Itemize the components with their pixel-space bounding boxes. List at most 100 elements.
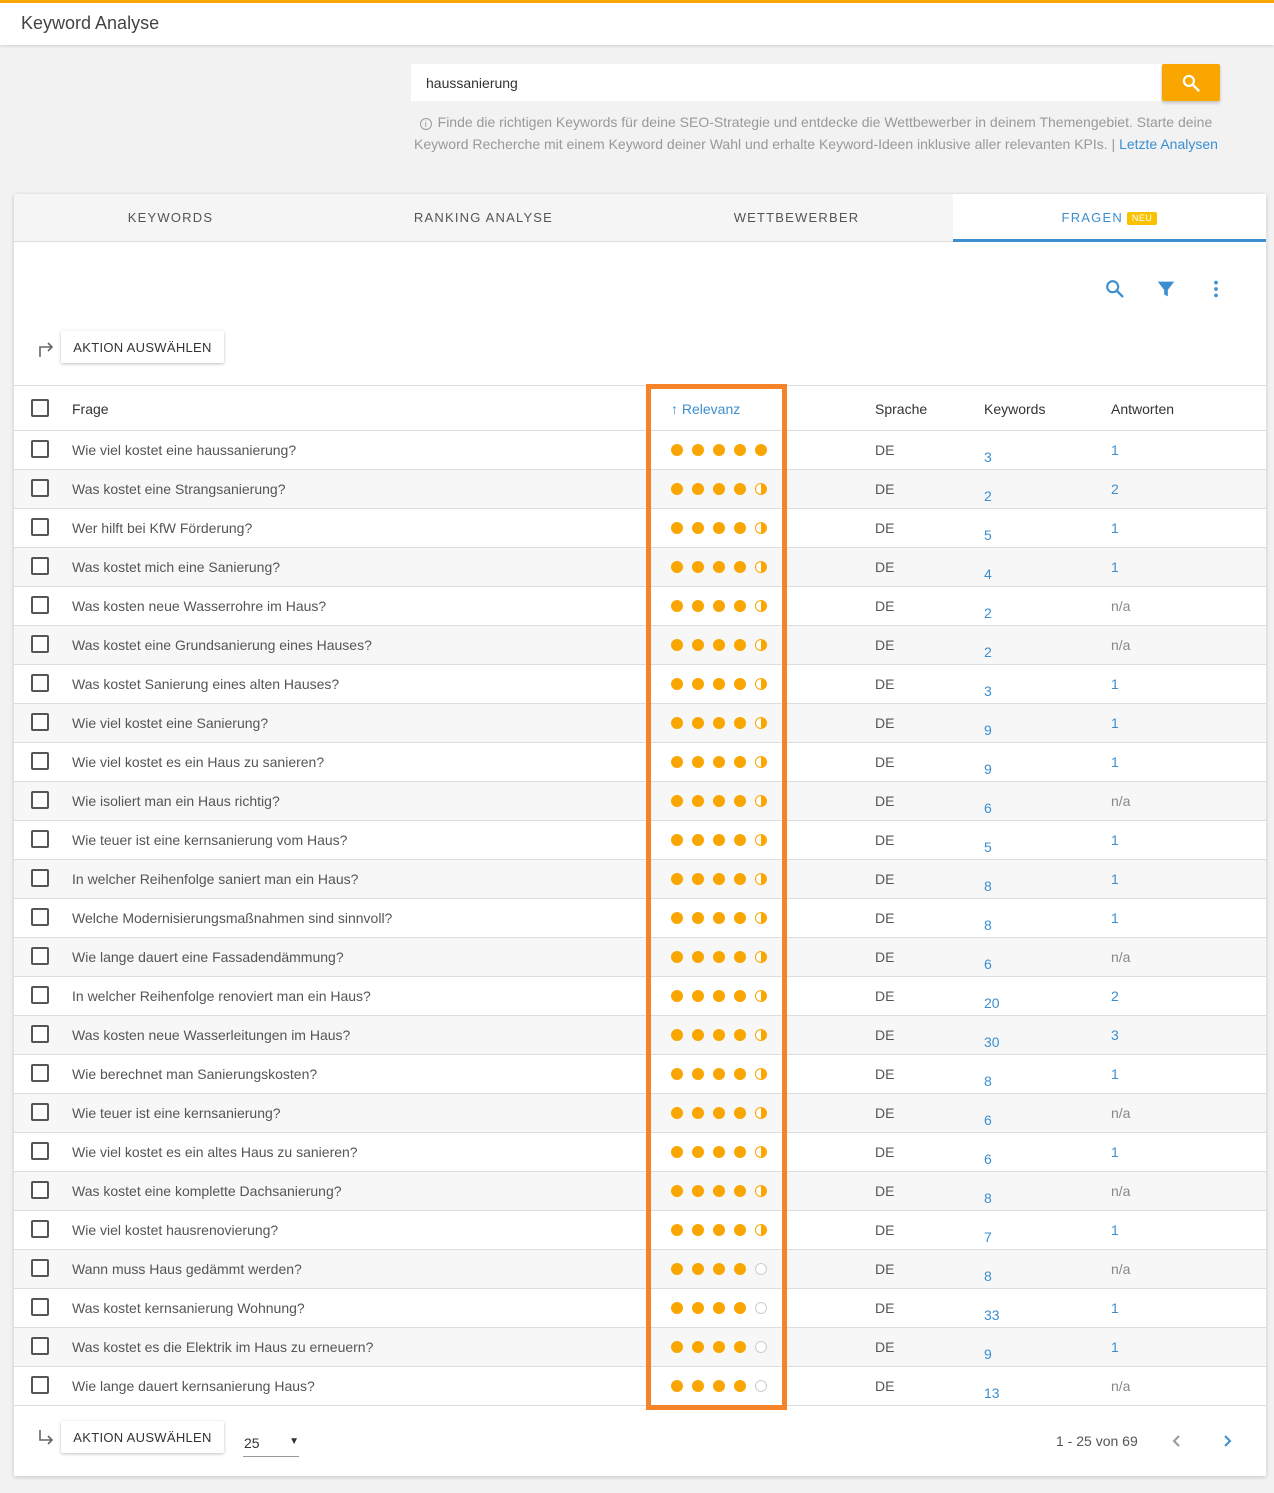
keywords-count-link[interactable]: 8 xyxy=(984,878,992,894)
keywords-count-link[interactable]: 6 xyxy=(984,1151,992,1167)
table-row[interactable]: Was kostet es die Elektrik im Haus zu er… xyxy=(14,1328,1266,1367)
answers-count-link[interactable]: 1 xyxy=(1111,1066,1119,1082)
row-checkbox[interactable] xyxy=(31,674,49,692)
row-checkbox[interactable] xyxy=(31,557,49,575)
keywords-count-link[interactable]: 6 xyxy=(984,956,992,972)
keywords-count-link[interactable]: 3 xyxy=(984,449,992,465)
keywords-count-link[interactable]: 2 xyxy=(984,488,992,504)
answers-count-link[interactable]: 1 xyxy=(1111,754,1119,770)
row-checkbox[interactable] xyxy=(31,479,49,497)
table-row[interactable]: Was kosten neue Wasserleitungen im Haus?… xyxy=(14,1016,1266,1055)
row-checkbox[interactable] xyxy=(31,1337,49,1355)
tab-keywords[interactable]: KEYWORDS xyxy=(14,194,327,242)
recent-analyses-link[interactable]: Letzte Analysen xyxy=(1119,136,1218,152)
answers-count-link[interactable]: 2 xyxy=(1111,481,1119,497)
keywords-count-link[interactable]: 8 xyxy=(984,917,992,933)
answers-count-link[interactable]: 1 xyxy=(1111,442,1119,458)
action-select-button-bottom[interactable]: AKTION AUSWÄHLEN xyxy=(61,1421,224,1453)
keywords-count-link[interactable]: 5 xyxy=(984,527,992,543)
table-row[interactable]: Wie viel kostet hausrenovierung? DE 7 1 xyxy=(14,1211,1266,1250)
answers-count-link[interactable]: 1 xyxy=(1111,910,1119,926)
keywords-count-link[interactable]: 9 xyxy=(984,722,992,738)
keywords-count-link[interactable]: 4 xyxy=(984,566,992,582)
search-button[interactable] xyxy=(1162,64,1220,101)
table-row[interactable]: Wie lange dauert eine Fassadendämmung? DE… xyxy=(14,938,1266,977)
page-size-select[interactable]: 25 ▼ xyxy=(243,1431,299,1457)
row-checkbox[interactable] xyxy=(31,1103,49,1121)
keywords-count-link[interactable]: 8 xyxy=(984,1190,992,1206)
answers-count-link[interactable]: 1 xyxy=(1111,1339,1119,1355)
keywords-count-link[interactable]: 30 xyxy=(984,1034,1000,1050)
row-checkbox[interactable] xyxy=(31,518,49,536)
table-row[interactable]: Was kostet eine Grundsanierung eines Hau… xyxy=(14,626,1266,665)
keywords-count-link[interactable]: 33 xyxy=(984,1307,1000,1323)
keywords-count-link[interactable]: 7 xyxy=(984,1229,992,1245)
prev-page-button[interactable] xyxy=(1167,1431,1187,1451)
table-row[interactable]: In welcher Reihenfolge saniert man ein H… xyxy=(14,860,1266,899)
keywords-count-link[interactable]: 6 xyxy=(984,1112,992,1128)
table-row[interactable]: Wann muss Haus gedämmt werden? DE 8 n/a xyxy=(14,1250,1266,1289)
column-header-relevanz[interactable]: ↑ Relevanz xyxy=(671,401,740,417)
keywords-count-link[interactable]: 2 xyxy=(984,605,992,621)
action-select-button-top[interactable]: AKTION AUSWÄHLEN xyxy=(61,331,224,363)
select-all-checkbox[interactable] xyxy=(31,399,49,417)
row-checkbox[interactable] xyxy=(31,908,49,926)
answers-count-link[interactable]: 1 xyxy=(1111,715,1119,731)
keywords-count-link[interactable]: 8 xyxy=(984,1073,992,1089)
answers-count-link[interactable]: 1 xyxy=(1111,520,1119,536)
table-row[interactable]: Wie lange dauert kernsanierung Haus? DE 13… xyxy=(14,1367,1266,1406)
answers-count-link[interactable]: 1 xyxy=(1111,559,1119,575)
keywords-count-link[interactable]: 20 xyxy=(984,995,1000,1011)
tab-ranking-analyse[interactable]: RANKING ANALYSE xyxy=(327,194,640,242)
tab-fragen[interactable]: FRAGEN NEU xyxy=(953,194,1266,242)
filter-icon[interactable] xyxy=(1155,278,1177,300)
more-vert-icon[interactable] xyxy=(1205,278,1227,300)
keywords-count-link[interactable]: 13 xyxy=(984,1385,1000,1401)
row-checkbox[interactable] xyxy=(31,947,49,965)
table-row[interactable]: Wie viel kostet es ein altes Haus zu san… xyxy=(14,1133,1266,1172)
row-checkbox[interactable] xyxy=(31,1181,49,1199)
table-row[interactable]: Was kostet kernsanierung Wohnung? DE 33 1 xyxy=(14,1289,1266,1328)
row-checkbox[interactable] xyxy=(31,596,49,614)
row-checkbox[interactable] xyxy=(31,791,49,809)
column-header-keywords[interactable]: Keywords xyxy=(984,401,1045,417)
table-row[interactable]: Was kostet eine komplette Dachsanierung?… xyxy=(14,1172,1266,1211)
row-checkbox[interactable] xyxy=(31,1376,49,1394)
row-checkbox[interactable] xyxy=(31,752,49,770)
search-input[interactable] xyxy=(411,64,1161,101)
next-page-button[interactable] xyxy=(1217,1431,1237,1451)
table-row[interactable]: Was kostet Sanierung eines alten Hauses?… xyxy=(14,665,1266,704)
answers-count-link[interactable]: 1 xyxy=(1111,832,1119,848)
table-row[interactable]: Welche Modernisierungsmaßnahmen sind sin… xyxy=(14,899,1266,938)
keywords-count-link[interactable]: 9 xyxy=(984,761,992,777)
table-row[interactable]: In welcher Reihenfolge renoviert man ein… xyxy=(14,977,1266,1016)
answers-count-link[interactable]: 1 xyxy=(1111,1222,1119,1238)
row-checkbox[interactable] xyxy=(31,986,49,1004)
row-checkbox[interactable] xyxy=(31,869,49,887)
table-row[interactable]: Wie berechnet man Sanierungskosten? DE 8 1 xyxy=(14,1055,1266,1094)
table-row[interactable]: Was kostet mich eine Sanierung? DE 4 1 xyxy=(14,548,1266,587)
keywords-count-link[interactable]: 9 xyxy=(984,1346,992,1362)
keywords-count-link[interactable]: 5 xyxy=(984,839,992,855)
tab-wettbewerber[interactable]: WETTBEWERBER xyxy=(640,194,953,242)
row-checkbox[interactable] xyxy=(31,440,49,458)
row-checkbox[interactable] xyxy=(31,713,49,731)
table-row[interactable]: Wie viel kostet eine haussanierung? DE 3 1 xyxy=(14,431,1266,470)
table-row[interactable]: Wer hilft bei KfW Förderung? DE 5 1 xyxy=(14,509,1266,548)
row-checkbox[interactable] xyxy=(31,1220,49,1238)
row-checkbox[interactable] xyxy=(31,1142,49,1160)
column-header-frage[interactable]: Frage xyxy=(72,401,109,417)
keywords-count-link[interactable]: 2 xyxy=(984,644,992,660)
column-header-sprache[interactable]: Sprache xyxy=(875,401,927,417)
answers-count-link[interactable]: 3 xyxy=(1111,1027,1119,1043)
answers-count-link[interactable]: 1 xyxy=(1111,1300,1119,1316)
row-checkbox[interactable] xyxy=(31,1298,49,1316)
row-checkbox[interactable] xyxy=(31,1259,49,1277)
row-checkbox[interactable] xyxy=(31,635,49,653)
keywords-count-link[interactable]: 3 xyxy=(984,683,992,699)
answers-count-link[interactable]: 1 xyxy=(1111,676,1119,692)
table-row[interactable]: Was kosten neue Wasserrohre im Haus? DE 2 n… xyxy=(14,587,1266,626)
table-row[interactable]: Wie teuer ist eine kernsanierung? DE 6 n/a xyxy=(14,1094,1266,1133)
table-row[interactable]: Wie viel kostet es ein Haus zu sanieren?… xyxy=(14,743,1266,782)
answers-count-link[interactable]: 2 xyxy=(1111,988,1119,1004)
